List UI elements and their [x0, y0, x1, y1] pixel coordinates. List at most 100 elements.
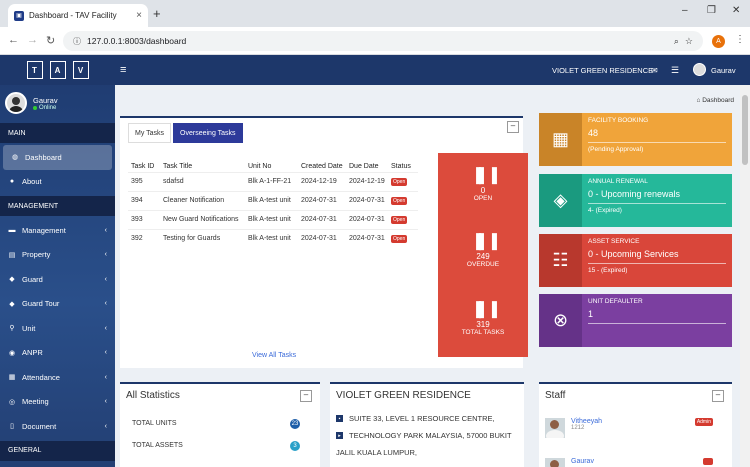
new-tab-icon[interactable]: +	[153, 6, 161, 21]
staff-item[interactable]: Vitheeyah 1212 Admin	[545, 418, 713, 438]
stat-label: OVERDUE	[466, 261, 500, 268]
sidebar-item-label: Guard	[22, 274, 43, 284]
status-badge: Open	[391, 216, 408, 224]
infobox-title: FACILITY BOOKING	[588, 117, 649, 124]
stat-total-tasks[interactable]: ▐▌▐ 319 TOTAL TASKS	[438, 301, 528, 336]
staff-panel: Staff – Vitheeyah 1212 Admin Gaurav	[539, 382, 732, 467]
collapse-icon[interactable]: –	[300, 390, 312, 402]
status-badge: Open	[391, 235, 408, 243]
stat-label: OPEN	[473, 195, 493, 202]
stat-open[interactable]: ▐▌▐ 0 OPEN	[438, 167, 528, 202]
zoom-search-icon[interactable]: ⌕	[674, 36, 679, 47]
unit-no: Blk A-test unit	[245, 191, 298, 211]
tab-overseeing-tasks[interactable]: Overseeing Tasks	[173, 123, 243, 143]
browser-menu-icon[interactable]: ⋮	[735, 34, 745, 45]
task-id: 394	[128, 191, 160, 211]
scrollbar-thumb[interactable]	[742, 95, 748, 165]
list-icon[interactable]: ☰	[671, 65, 679, 76]
chevron-left-icon: ‹	[104, 300, 107, 308]
close-window-icon[interactable]: ✕	[732, 5, 740, 16]
users-icon: ◎	[8, 398, 16, 406]
browser-tab[interactable]: ▣ Dashboard - TAV Facility ×	[8, 4, 148, 27]
task-stats-box: ▐▌▐ 0 OPEN ▐▌▐ 249 OVERDUE ▐▌▐ 319 TOTAL…	[438, 153, 528, 357]
role-badge	[703, 458, 713, 465]
sidebar-item-guard[interactable]: ◆ Guard ‹	[0, 267, 115, 292]
due-date: 2024-07-31	[346, 210, 388, 230]
staff-item[interactable]: Gaurav	[545, 458, 713, 467]
info-icon: ●	[9, 178, 15, 186]
infobox-desc: (Pending Approval)	[588, 146, 644, 153]
sidebar-item-document[interactable]: ▯ Document ‹	[0, 414, 115, 439]
facility-booking-box[interactable]: ▦ FACILITY BOOKING 48 (Pending Approval)	[539, 113, 732, 166]
site-info-icon[interactable]: ⓘ	[73, 36, 81, 47]
bar-chart-icon: ▐▌▐	[471, 233, 497, 249]
infobox-progress	[588, 203, 726, 204]
stat-overdue[interactable]: ▐▌▐ 249 OVERDUE	[438, 233, 528, 268]
mail-icon[interactable]: ✉	[651, 66, 658, 75]
annual-renewal-box[interactable]: ◈ ANNUAL RENEWAL 0 - Upcoming renewals 4…	[539, 174, 732, 227]
sidebar-item-unit[interactable]: ⚲ Unit ‹	[0, 316, 115, 341]
sidebar-item-meeting[interactable]: ◎ Meeting ‹	[0, 390, 115, 415]
close-tab-icon[interactable]: ×	[136, 10, 142, 21]
reload-icon[interactable]: ↻	[46, 34, 55, 47]
infobox-title: ASSET SERVICE	[588, 238, 640, 245]
created-date: 2024-07-31	[298, 191, 346, 211]
task-title: sdafsd	[160, 172, 245, 192]
sidebar-item-anpr[interactable]: ◉ ANPR ‹	[0, 341, 115, 366]
sidebar-item-property[interactable]: ▤ Property ‹	[0, 243, 115, 268]
unit-no: Blk A-test unit	[245, 229, 298, 248]
asset-service-box[interactable]: ☷ ASSET SERVICE 0 - Upcoming Services 15…	[539, 234, 732, 287]
table-row[interactable]: 394 Cleaner Notification Blk A-test unit…	[128, 191, 418, 211]
sidebar-item-management[interactable]: ▬ Management ‹	[0, 218, 115, 243]
chevron-left-icon: ‹	[104, 275, 107, 283]
calendar-icon: ▦	[8, 374, 16, 382]
car-icon: ◉	[8, 349, 16, 357]
avatar[interactable]	[693, 63, 706, 76]
staff-name[interactable]: Gaurav	[571, 458, 594, 465]
chevron-left-icon: ‹	[104, 373, 107, 381]
sidebar-item-about[interactable]: ● About	[0, 170, 115, 195]
maximize-icon[interactable]: ❐	[707, 5, 716, 16]
location-icon: ⚲	[9, 325, 15, 333]
sidebar-item-attendance[interactable]: ▦ Attendance ‹	[0, 365, 115, 390]
brand-logo[interactable]: T A V	[0, 55, 115, 85]
column-header: Unit No	[248, 163, 272, 170]
forward-icon[interactable]: →	[27, 34, 38, 46]
collapse-icon[interactable]: –	[712, 390, 724, 402]
menu-toggle-icon[interactable]: ≡	[120, 64, 126, 76]
staff-name[interactable]: Vitheeyah	[571, 418, 602, 425]
infobox-number: 1	[588, 309, 594, 319]
brand-letter: A	[49, 61, 66, 79]
table-row[interactable]: 395 sdafsd Blk A-1-FF-21 2024-12-19 2024…	[128, 172, 418, 192]
stat-label: TOTAL TASKS	[461, 329, 505, 336]
due-date: 2024-07-31	[346, 229, 388, 248]
profile-avatar[interactable]: A	[712, 35, 725, 48]
column-header: Task ID	[131, 163, 155, 170]
address-text: SUITE 33, LEVEL 1 RESOURCE CENTRE,	[349, 414, 495, 423]
url-field[interactable]: ⓘ 127.0.0.1:8003/dashboard ⌕ ☆	[63, 31, 703, 51]
collapse-icon[interactable]: –	[507, 121, 519, 133]
table-row[interactable]: 393 New Guard Notifications Blk A-test u…	[128, 210, 418, 230]
bookmark-star-icon[interactable]: ☆	[685, 36, 693, 47]
breadcrumb[interactable]: ⌂ Dashboard	[696, 97, 734, 104]
tab-my-tasks[interactable]: My Tasks	[128, 123, 172, 143]
table-row[interactable]: 392 Testing for Guards Blk A-test unit 2…	[128, 229, 418, 248]
sidebar-item-label: Dashboard	[25, 152, 62, 162]
bar-chart-icon: ▐▌▐	[471, 301, 497, 317]
home-icon: ⌂	[696, 97, 701, 104]
page-scrollbar[interactable]	[740, 85, 750, 467]
stat-value: 319	[476, 320, 490, 329]
user-status-text: Online	[39, 104, 57, 111]
back-icon[interactable]: ←	[8, 34, 19, 46]
sidebar-item-dashboard[interactable]: ◍ Dashboard	[3, 145, 112, 170]
infobox-progress	[588, 263, 726, 264]
unit-defaulter-box[interactable]: ⊗ UNIT DEFAULTER 1	[539, 294, 732, 347]
top-user-name[interactable]: Gaurav	[711, 66, 736, 75]
infobox-number: 0 - Upcoming renewals	[588, 189, 681, 199]
minimize-icon[interactable]: –	[682, 5, 688, 16]
infobox-desc: 4- (Expired)	[588, 207, 622, 214]
sidebar-item-guard-tour[interactable]: ◆ Guard Tour ‹	[0, 292, 115, 317]
view-all-tasks-link[interactable]: View All Tasks	[252, 352, 296, 359]
address-text: JALIL KUALA LUMPUR,	[336, 448, 418, 457]
stat-value: 0	[480, 186, 486, 195]
